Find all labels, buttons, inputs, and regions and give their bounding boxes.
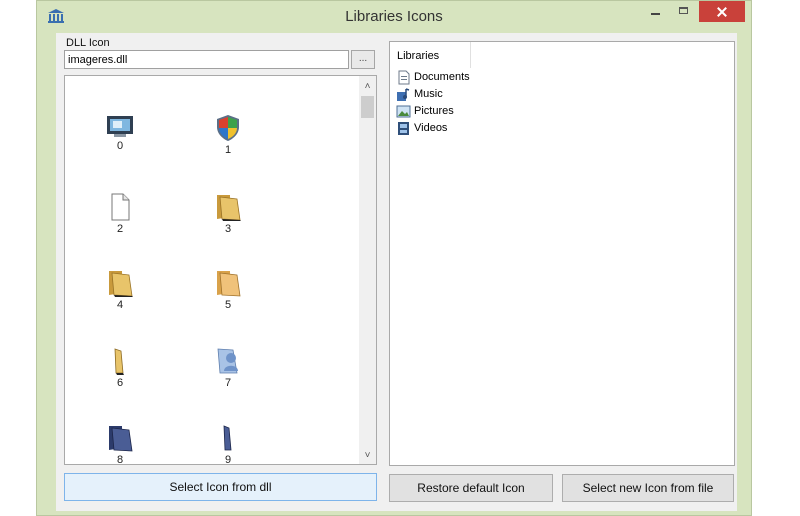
icon-item[interactable]: 1 bbox=[198, 114, 258, 156]
pictures-library-icon bbox=[396, 105, 411, 118]
icon-index: 7 bbox=[224, 377, 232, 389]
network-folder-icon bbox=[217, 348, 238, 374]
scroll-thumb[interactable] bbox=[361, 96, 374, 118]
icon-list[interactable]: 0 1 2 3 4 5 6 7 8 9 ˄ ˅ bbox=[64, 75, 377, 465]
library-item-label: Pictures bbox=[414, 105, 454, 117]
folder-narrow-icon bbox=[114, 348, 124, 375]
icon-item[interactable]: 8 bbox=[90, 424, 150, 465]
icon-item[interactable]: 6 bbox=[90, 347, 150, 389]
blank-document-icon bbox=[111, 193, 130, 221]
libraries-column-header[interactable]: Libraries bbox=[390, 42, 471, 68]
videos-library-icon bbox=[398, 122, 409, 135]
minimize-button[interactable] bbox=[642, 1, 668, 22]
documents-library-icon bbox=[398, 70, 410, 85]
icon-item[interactable]: 2 bbox=[90, 193, 150, 235]
icon-item[interactable]: 0 bbox=[90, 114, 150, 152]
folder-icon bbox=[109, 271, 133, 297]
libraries-tree[interactable]: Libraries Documents Music Pictures Video… bbox=[389, 41, 735, 466]
icon-item[interactable]: 9 bbox=[198, 424, 258, 465]
select-icon-from-file-button[interactable]: Select new Icon from file bbox=[562, 474, 734, 502]
icon-index: 6 bbox=[116, 377, 124, 389]
music-library-icon bbox=[397, 88, 410, 101]
dll-icon-label: DLL Icon bbox=[66, 37, 110, 49]
dark-folder-icon bbox=[109, 426, 133, 452]
browse-dll-button[interactable]: ... bbox=[351, 50, 375, 69]
folder-icon bbox=[217, 195, 241, 221]
app-window: Libraries Icons DLL Icon ... 0 bbox=[36, 0, 752, 516]
icon-list-scrollbar[interactable]: ˄ ˅ bbox=[359, 76, 376, 464]
restore-default-icon-button[interactable]: Restore default Icon bbox=[389, 474, 553, 502]
maximize-button[interactable] bbox=[671, 1, 697, 22]
libraries-header-label: Libraries bbox=[397, 50, 440, 62]
icon-item[interactable]: 5 bbox=[198, 269, 258, 311]
icon-index: 4 bbox=[116, 299, 124, 311]
folder-icon bbox=[217, 271, 241, 297]
library-item-label: Music bbox=[414, 88, 443, 100]
library-item-label: Videos bbox=[414, 122, 448, 134]
icon-item[interactable]: 4 bbox=[90, 269, 150, 311]
dark-folder-narrow-icon bbox=[223, 425, 232, 451]
scroll-down-arrow-icon[interactable]: ˅ bbox=[359, 447, 376, 464]
dll-path-input[interactable] bbox=[64, 50, 349, 69]
client-area: DLL Icon ... 0 bbox=[56, 33, 737, 511]
computer-monitor-icon bbox=[107, 116, 133, 137]
scroll-up-arrow-icon[interactable]: ˄ bbox=[359, 78, 376, 95]
close-button[interactable] bbox=[699, 1, 745, 22]
icon-index: 3 bbox=[224, 223, 232, 235]
library-item-label: Documents bbox=[414, 71, 470, 83]
icon-index: 5 bbox=[224, 299, 232, 311]
icon-index: 0 bbox=[116, 140, 124, 152]
icon-index: 9 bbox=[224, 454, 232, 465]
uac-shield-icon bbox=[217, 115, 239, 141]
title-bar[interactable]: Libraries Icons bbox=[37, 1, 751, 33]
icon-item[interactable]: 3 bbox=[198, 193, 258, 235]
icon-item[interactable]: 7 bbox=[198, 347, 258, 389]
icon-index: 2 bbox=[116, 223, 124, 235]
icon-index: 1 bbox=[224, 144, 232, 156]
icon-index: 8 bbox=[116, 454, 124, 465]
select-icon-from-dll-button[interactable]: Select Icon from dll bbox=[64, 473, 377, 501]
